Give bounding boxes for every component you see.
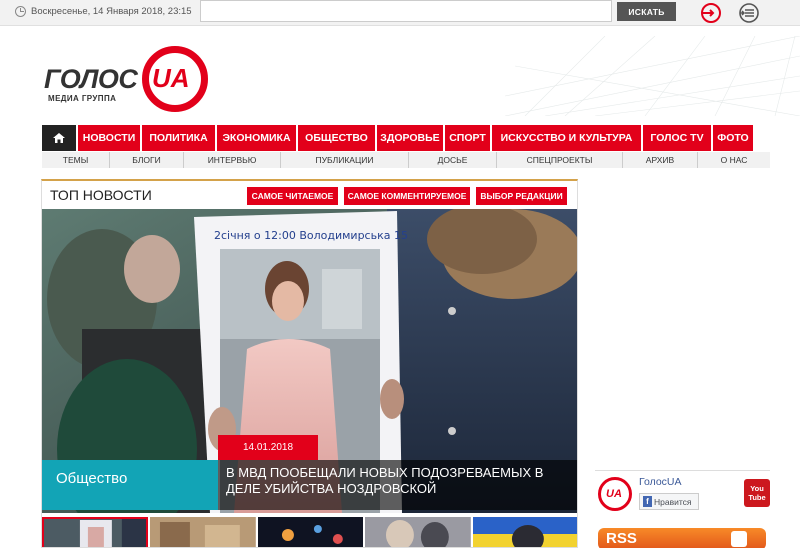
news-category[interactable]: Общество	[42, 460, 218, 510]
logo-ua: UA	[152, 63, 190, 93]
nav-news[interactable]: НОВОСТИ	[78, 125, 140, 151]
current-date: Воскресенье, 14 Января 2018, 23:15	[31, 6, 192, 17]
tab-most-commented[interactable]: САМОЕ КОММЕНТИРУЕМОЕ	[344, 187, 470, 205]
sign-text: 2січня о 12:00 Володимирська 15	[214, 229, 408, 242]
logo-word: ГОЛОС	[44, 64, 138, 94]
subnav-about[interactable]: О НАС	[698, 152, 770, 168]
nav-home[interactable]	[42, 125, 76, 151]
fb-like-button[interactable]: Нравится	[639, 493, 699, 510]
thumbnail-1[interactable]	[42, 517, 148, 548]
tab-editors-choice[interactable]: ВЫБОР РЕДАКЦИИ	[476, 187, 567, 205]
top-bar: Воскресенье, 14 Января 2018, 23:15 ИСКАТ…	[0, 0, 800, 26]
nav-culture[interactable]: ИСКУССТВО И КУЛЬТУРА	[492, 125, 641, 151]
fb-page-name[interactable]: ГолосUA	[639, 476, 682, 488]
fb-page-logo[interactable]: UA	[598, 477, 632, 511]
main-nav: НОВОСТИ ПОЛИТИКА ЭКОНОМИКА ОБЩЕСТВО ЗДОР…	[42, 125, 770, 151]
clock-icon	[15, 6, 26, 17]
nav-tv[interactable]: ГОЛОС TV	[643, 125, 711, 151]
subnav-dossier[interactable]: ДОСЬЕ	[409, 152, 497, 168]
thumbnail-4[interactable]	[365, 517, 472, 548]
sub-nav: ТЕМЫ БЛОГИ ИНТЕРВЬЮ ПУБЛИКАЦИИ ДОСЬЕ СПЕ…	[42, 152, 770, 168]
nav-economy[interactable]: ЭКОНОМИКА	[217, 125, 296, 151]
search-input[interactable]	[200, 0, 612, 22]
search-button[interactable]: ИСКАТЬ	[617, 2, 676, 21]
thumbnail-2[interactable]	[149, 517, 256, 548]
subnav-interviews[interactable]: ИНТЕРВЬЮ	[184, 152, 281, 168]
thumbnail-3[interactable]	[257, 517, 364, 548]
subnav-specprojects[interactable]: СПЕЦПРОЕКТЫ	[497, 152, 623, 168]
top-news-panel: ТОП НОВОСТИ САМОЕ ЧИТАЕМОЕ САМОЕ КОММЕНТ…	[41, 179, 578, 548]
site-logo[interactable]: ГОЛОС UA МЕДИА ГРУППА	[44, 44, 214, 114]
subnav-archive[interactable]: АРХИВ	[623, 152, 698, 168]
social-widget: UA ГолосUA Нравится You Tube	[595, 470, 770, 512]
header-decoration	[505, 36, 800, 116]
nav-politics[interactable]: ПОЛИТИКА	[142, 125, 215, 151]
rss-label: RSS	[606, 530, 637, 547]
news-headline[interactable]: В МВД ПООБЕЩАЛИ НОВЫХ ПОДОЗРЕВАЕМЫХ В ДЕ…	[218, 460, 577, 510]
register-icon[interactable]	[738, 2, 760, 24]
home-icon	[53, 133, 65, 143]
nav-health[interactable]: ЗДОРОВЬЕ	[377, 125, 443, 151]
top-news-title: ТОП НОВОСТИ	[50, 187, 152, 203]
thumbnail-5[interactable]	[473, 517, 578, 548]
news-thumbnails	[42, 517, 578, 548]
rss-icon	[731, 531, 747, 547]
logo-subtitle: МЕДИА ГРУППА	[48, 94, 117, 103]
tab-most-read[interactable]: САМОЕ ЧИТАЕМОЕ	[247, 187, 338, 205]
nav-sport[interactable]: СПОРТ	[445, 125, 490, 151]
news-date: 14.01.2018	[218, 435, 318, 460]
nav-society[interactable]: ОБЩЕСТВО	[298, 125, 375, 151]
subnav-blogs[interactable]: БЛОГИ	[110, 152, 184, 168]
subnav-publications[interactable]: ПУБЛИКАЦИИ	[281, 152, 409, 168]
youtube-icon[interactable]: You Tube	[744, 479, 770, 507]
rss-banner[interactable]: RSS	[598, 528, 766, 548]
login-icon[interactable]	[700, 2, 722, 24]
fb-logo-text: UA	[606, 488, 622, 500]
subnav-topics[interactable]: ТЕМЫ	[42, 152, 110, 168]
page: { "topbar": { "date_text": "Воскресенье,…	[0, 0, 800, 548]
nav-photo[interactable]: ФОТО	[713, 125, 753, 151]
